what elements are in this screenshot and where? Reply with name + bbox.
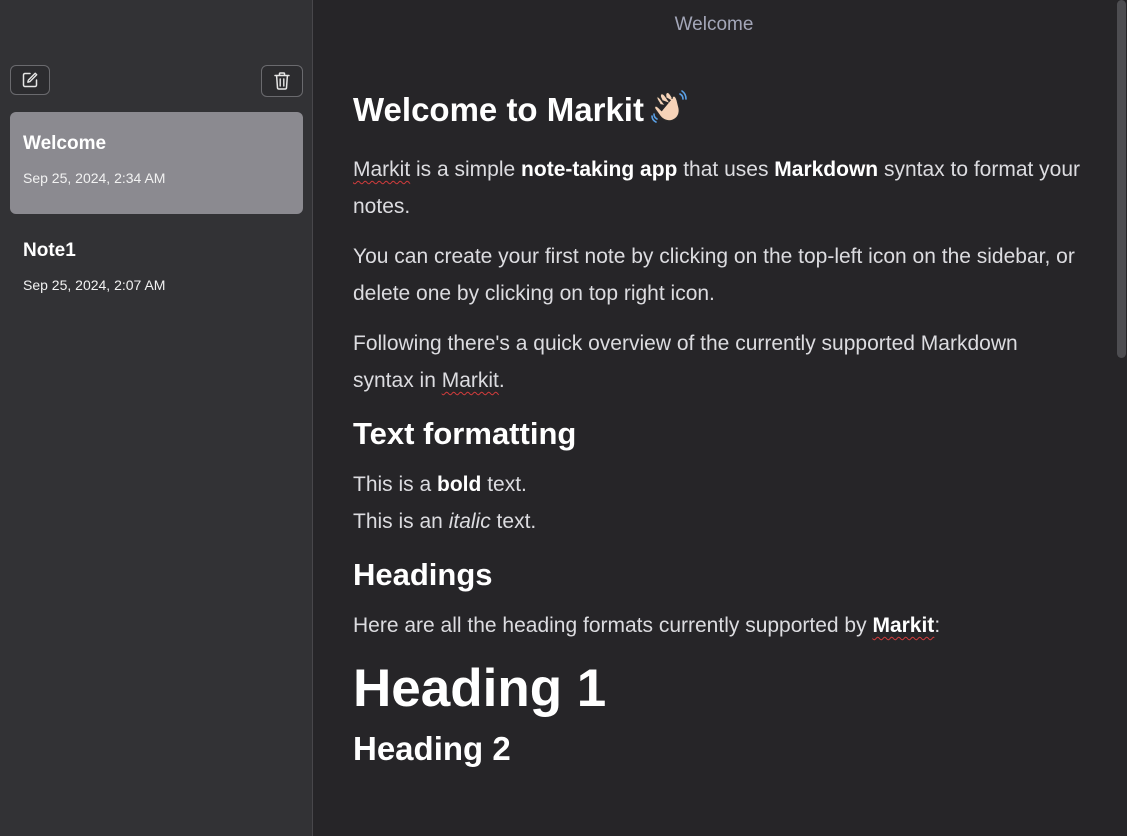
note-list-item-note1[interactable]: Note1 Sep 25, 2024, 2:07 AM xyxy=(10,219,303,321)
text-span: text. xyxy=(490,510,537,533)
sidebar: Welcome Sep 25, 2024, 2:34 AM Note1 Sep … xyxy=(0,0,313,836)
text-span: : xyxy=(934,614,941,637)
italic-text: italic xyxy=(448,510,491,533)
bold-example-line: This is a bold text. xyxy=(353,466,1083,503)
intro-paragraph-1: Markit is a simple note-taking app that … xyxy=(353,151,1083,225)
text-span: This is a xyxy=(353,473,438,496)
bold-text: note-taking app xyxy=(521,158,678,181)
heading-text: Welcome to Markit xyxy=(353,91,644,129)
formatting-examples: This is a bold text. This is an italic t… xyxy=(353,466,1083,540)
app-window: Welcome Sep 25, 2024, 2:34 AM Note1 Sep … xyxy=(0,0,1127,836)
text-span: is a simple xyxy=(410,158,522,181)
note-title: Note1 xyxy=(23,240,76,261)
new-note-button[interactable] xyxy=(10,65,50,95)
waving-hand-icon xyxy=(650,88,688,137)
edit-icon xyxy=(21,71,39,89)
headings-intro-paragraph: Here are all the heading formats current… xyxy=(353,607,1083,644)
example-heading-1: Heading 1 xyxy=(353,659,607,718)
note-title: Welcome xyxy=(23,133,107,154)
text-span: text. xyxy=(481,473,527,496)
editor-pane[interactable]: Welcome Welcome to Markit Markit is a si… xyxy=(313,0,1127,836)
bold-text: bold xyxy=(437,473,482,496)
section-heading-text-formatting: Text formatting xyxy=(353,416,577,451)
intro-paragraph-3: Following there's a quick overview of th… xyxy=(353,325,1083,399)
content-heading-1: Welcome to Markit xyxy=(353,88,1083,137)
text-span: Here are all the heading formats current… xyxy=(353,614,873,637)
note-list: Welcome Sep 25, 2024, 2:34 AM Note1 Sep … xyxy=(10,112,303,326)
trash-icon xyxy=(273,71,291,91)
delete-note-button[interactable] xyxy=(261,65,303,97)
text-span: that uses xyxy=(677,158,775,181)
markdown-content[interactable]: Welcome to Markit Markit is a simple not… xyxy=(353,88,1083,771)
spellcheck-word: Markit xyxy=(441,369,499,392)
text-span: This is an xyxy=(353,510,449,533)
scrollbar-thumb[interactable] xyxy=(1117,0,1126,358)
spellcheck-word: Markit xyxy=(353,158,411,181)
bold-text: Markdown xyxy=(774,158,879,181)
text-span: . xyxy=(498,369,505,392)
document-title: Welcome xyxy=(674,14,754,35)
scrollbar[interactable] xyxy=(1115,0,1127,836)
intro-paragraph-2: You can create your first note by clicki… xyxy=(353,245,1075,305)
note-list-item-welcome[interactable]: Welcome Sep 25, 2024, 2:34 AM xyxy=(10,112,303,214)
note-date: Sep 25, 2024, 2:34 AM xyxy=(23,170,166,186)
section-heading-headings: Headings xyxy=(353,557,493,592)
italic-example-line: This is an italic text. xyxy=(353,503,1083,540)
note-date: Sep 25, 2024, 2:07 AM xyxy=(23,277,166,293)
spellcheck-word: Markit xyxy=(872,614,935,637)
example-heading-2: Heading 2 xyxy=(353,730,511,767)
